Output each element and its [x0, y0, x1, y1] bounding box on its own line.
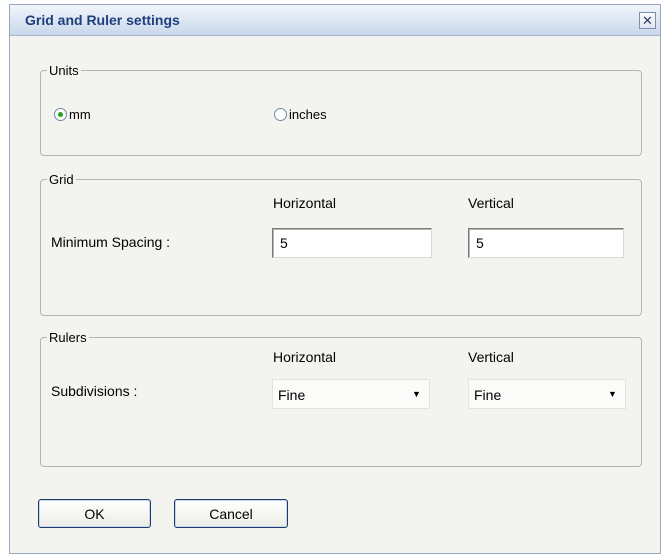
grid-legend: Grid — [49, 172, 74, 187]
rulers-horizontal-value: Fine — [278, 387, 306, 403]
units-legend: Units — [49, 63, 79, 78]
dialog-title: Grid and Ruler settings — [25, 12, 180, 28]
rulers-vertical-value: Fine — [474, 387, 502, 403]
rulers-vertical-header: Vertical — [468, 349, 514, 365]
radio-mm-label: mm — [69, 107, 91, 122]
cancel-button[interactable]: Cancel — [174, 499, 288, 528]
grid-horizontal-input[interactable]: 5 — [272, 228, 432, 258]
title-bar: Grid and Ruler settings ✕ — [10, 5, 660, 36]
grid-vertical-input[interactable]: 5 — [468, 228, 624, 258]
chevron-down-icon: ▼ — [412, 389, 421, 399]
grid-horizontal-header: Horizontal — [273, 195, 337, 211]
dialog-window: Grid and Ruler settings ✕ Units mm inche… — [9, 4, 661, 554]
rulers-legend: Rulers — [49, 330, 87, 345]
radio-inches-label: inches — [289, 107, 327, 122]
rulers-horizontal-select[interactable]: Fine ▼ — [272, 379, 430, 409]
ok-button[interactable]: OK — [38, 499, 151, 528]
close-icon: ✕ — [642, 13, 653, 28]
units-group: Units — [40, 63, 642, 156]
rulers-horizontal-header: Horizontal — [273, 349, 337, 365]
radio-inches[interactable] — [274, 108, 287, 121]
chevron-down-icon: ▼ — [608, 389, 617, 399]
grid-vertical-header: Vertical — [468, 195, 514, 211]
radio-mm[interactable] — [54, 108, 67, 121]
minimum-spacing-label: Minimum Spacing : — [51, 234, 171, 250]
subdivisions-label: Subdivisions : — [51, 383, 138, 399]
rulers-vertical-select[interactable]: Fine ▼ — [468, 379, 626, 409]
close-button[interactable]: ✕ — [639, 12, 656, 29]
